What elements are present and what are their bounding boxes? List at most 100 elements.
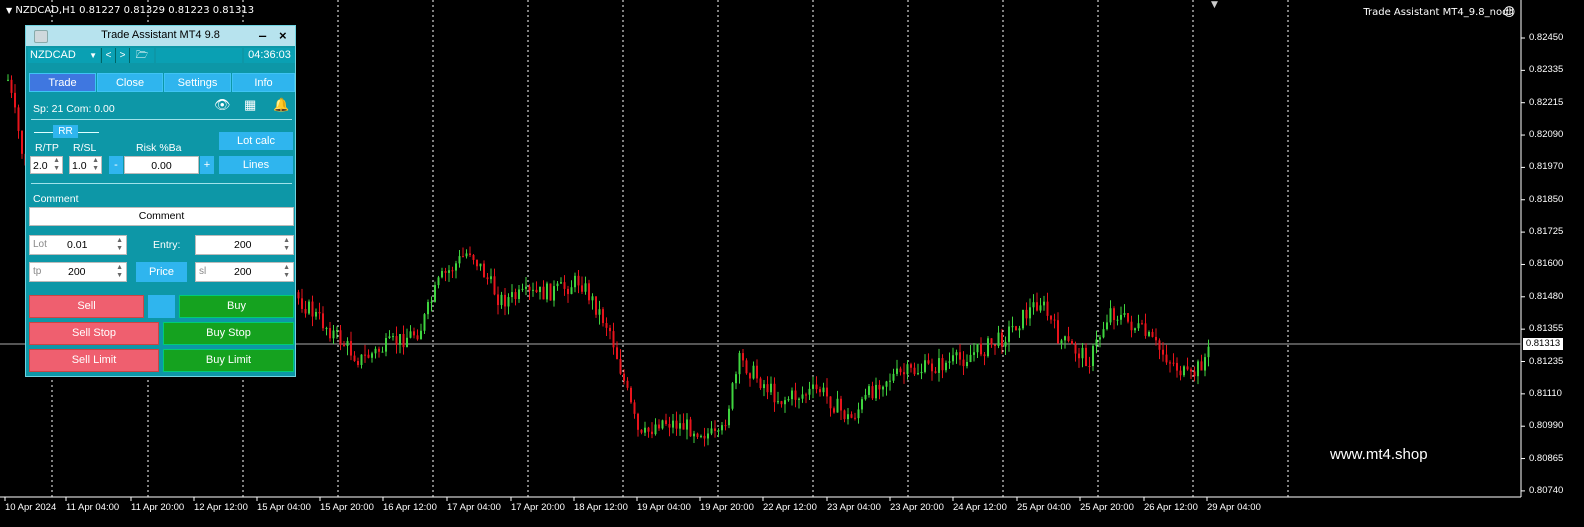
alarm-icon[interactable]: 🔔 <box>273 97 289 113</box>
candle-body <box>990 338 993 345</box>
candle-body <box>339 330 342 345</box>
rsl-stepper[interactable]: 1.0 ▲ ▼ <box>69 156 102 174</box>
candle-body <box>1074 344 1077 354</box>
risk-plus-button[interactable]: + <box>200 156 214 174</box>
candle-body <box>532 289 534 291</box>
candle-body <box>311 301 314 317</box>
lot-field[interactable]: Lot 0.01 ▲ ▼ <box>29 235 127 255</box>
candle-body <box>1151 331 1154 337</box>
candle-body <box>539 286 541 293</box>
risk-input[interactable]: 0.00 <box>124 156 199 174</box>
minimize-button[interactable]: ‒ <box>259 28 266 43</box>
candle-body <box>1053 319 1056 321</box>
rsl-value: 1.0 <box>72 160 87 172</box>
candle-body <box>346 341 349 346</box>
candle-body <box>766 384 769 393</box>
candle-body <box>602 309 604 324</box>
candle-body <box>745 360 748 374</box>
candle-body <box>955 352 958 356</box>
sell-button[interactable]: Sell <box>29 295 144 318</box>
rr-button[interactable]: RR <box>53 125 78 138</box>
time-tick-label: 26 Apr 12:00 <box>1144 502 1198 513</box>
candle-body <box>980 343 982 355</box>
lot-calc-button[interactable]: Lot calc <box>219 132 293 150</box>
tp-value: 200 <box>68 266 86 278</box>
candle-body <box>1029 307 1031 319</box>
stepper-arrows-icon[interactable]: ▲ ▼ <box>53 157 60 173</box>
tab-trade[interactable]: Trade <box>29 73 96 92</box>
tp-field[interactable]: tp 200 ▲ ▼ <box>29 262 127 282</box>
candle-body <box>780 401 783 405</box>
buy-limit-button[interactable]: Buy Limit <box>163 349 294 372</box>
candle-body <box>927 360 930 364</box>
time-tick-label: 19 Apr 20:00 <box>700 502 754 513</box>
candle-body <box>906 364 909 375</box>
stepper-arrows-icon[interactable]: ▲ ▼ <box>92 157 99 173</box>
prev-symbol-button[interactable]: < <box>101 48 115 63</box>
sell-stop-button[interactable]: Sell Stop <box>29 322 159 345</box>
candle-body <box>409 331 412 338</box>
candle-body <box>542 286 545 300</box>
stepper-arrows-icon[interactable]: ▲ ▼ <box>116 264 123 280</box>
next-symbol-button[interactable]: > <box>115 48 129 63</box>
stepper-arrows-icon[interactable]: ▲ ▼ <box>283 264 290 280</box>
candle-body <box>465 253 468 257</box>
symbol-select[interactable]: NZDCAD ▼ <box>28 48 100 63</box>
entry-label: Entry: <box>153 239 181 251</box>
candle-body <box>1176 362 1178 371</box>
candle-body <box>910 364 912 368</box>
calendar-icon[interactable]: ▦ <box>244 97 256 113</box>
buy-stop-button[interactable]: Buy Stop <box>163 322 294 345</box>
comment-field[interactable]: Comment <box>29 207 294 226</box>
candle-body <box>861 399 863 410</box>
candle-body <box>623 373 625 381</box>
panel-titlebar[interactable]: Trade Assistant MT4 9.8 ‒ × <box>26 26 295 46</box>
candle-body <box>437 277 440 286</box>
price-tick-label: 0.81110 <box>1529 387 1562 399</box>
tab-close[interactable]: Close <box>97 73 163 92</box>
candle-body <box>1085 347 1087 366</box>
candle-body <box>773 383 776 403</box>
lines-button[interactable]: Lines <box>219 156 293 174</box>
risk-minus-button[interactable]: - <box>109 156 123 174</box>
watermark: www.mt4.shop <box>1330 446 1428 463</box>
candle-body <box>490 276 492 280</box>
stepper-arrows-icon[interactable]: ▲ ▼ <box>283 237 290 253</box>
candle-body <box>448 270 450 273</box>
direction-toggle[interactable] <box>148 295 175 318</box>
candle-body <box>966 362 968 367</box>
candle-body <box>1144 323 1147 336</box>
panel-title: Trade Assistant MT4 9.8 <box>101 29 220 41</box>
folder-icon[interactable]: 🗁 <box>129 48 154 63</box>
candle-body <box>787 399 790 401</box>
shift-marker-icon[interactable]: ▼ <box>1211 0 1218 10</box>
candle-body <box>654 424 657 435</box>
candle-body <box>406 337 408 348</box>
price-button[interactable]: Price <box>136 262 187 282</box>
candle-body <box>969 354 972 363</box>
entry-field[interactable]: 200 ▲ ▼ <box>195 235 294 255</box>
eye-icon[interactable]: 👁 <box>214 97 231 113</box>
candle-body <box>798 398 800 400</box>
close-button[interactable]: × <box>279 28 287 43</box>
candle-body <box>332 330 335 339</box>
buy-button[interactable]: Buy <box>179 295 294 318</box>
candle-body <box>693 433 695 437</box>
candle-body <box>507 297 510 307</box>
price-tick-label: 0.81480 <box>1529 290 1564 302</box>
candle-body <box>864 394 867 400</box>
progress-bar <box>156 48 242 63</box>
candle-body <box>1127 313 1129 322</box>
tab-info[interactable]: Info <box>232 73 295 92</box>
sell-limit-button[interactable]: Sell Limit <box>29 349 159 372</box>
stepper-arrows-icon[interactable]: ▲ ▼ <box>116 237 123 253</box>
candle-body <box>840 398 842 411</box>
candle-body <box>574 275 576 288</box>
candle-body <box>731 383 734 409</box>
sl-field[interactable]: sl 200 ▲ ▼ <box>195 262 294 282</box>
rtp-stepper[interactable]: 2.0 ▲ ▼ <box>30 156 63 174</box>
tab-settings[interactable]: Settings <box>164 73 231 92</box>
candle-body <box>808 388 811 395</box>
ea-label: Trade Assistant MT4_9.8_nodll <box>1363 7 1514 18</box>
candle-body <box>444 271 447 273</box>
